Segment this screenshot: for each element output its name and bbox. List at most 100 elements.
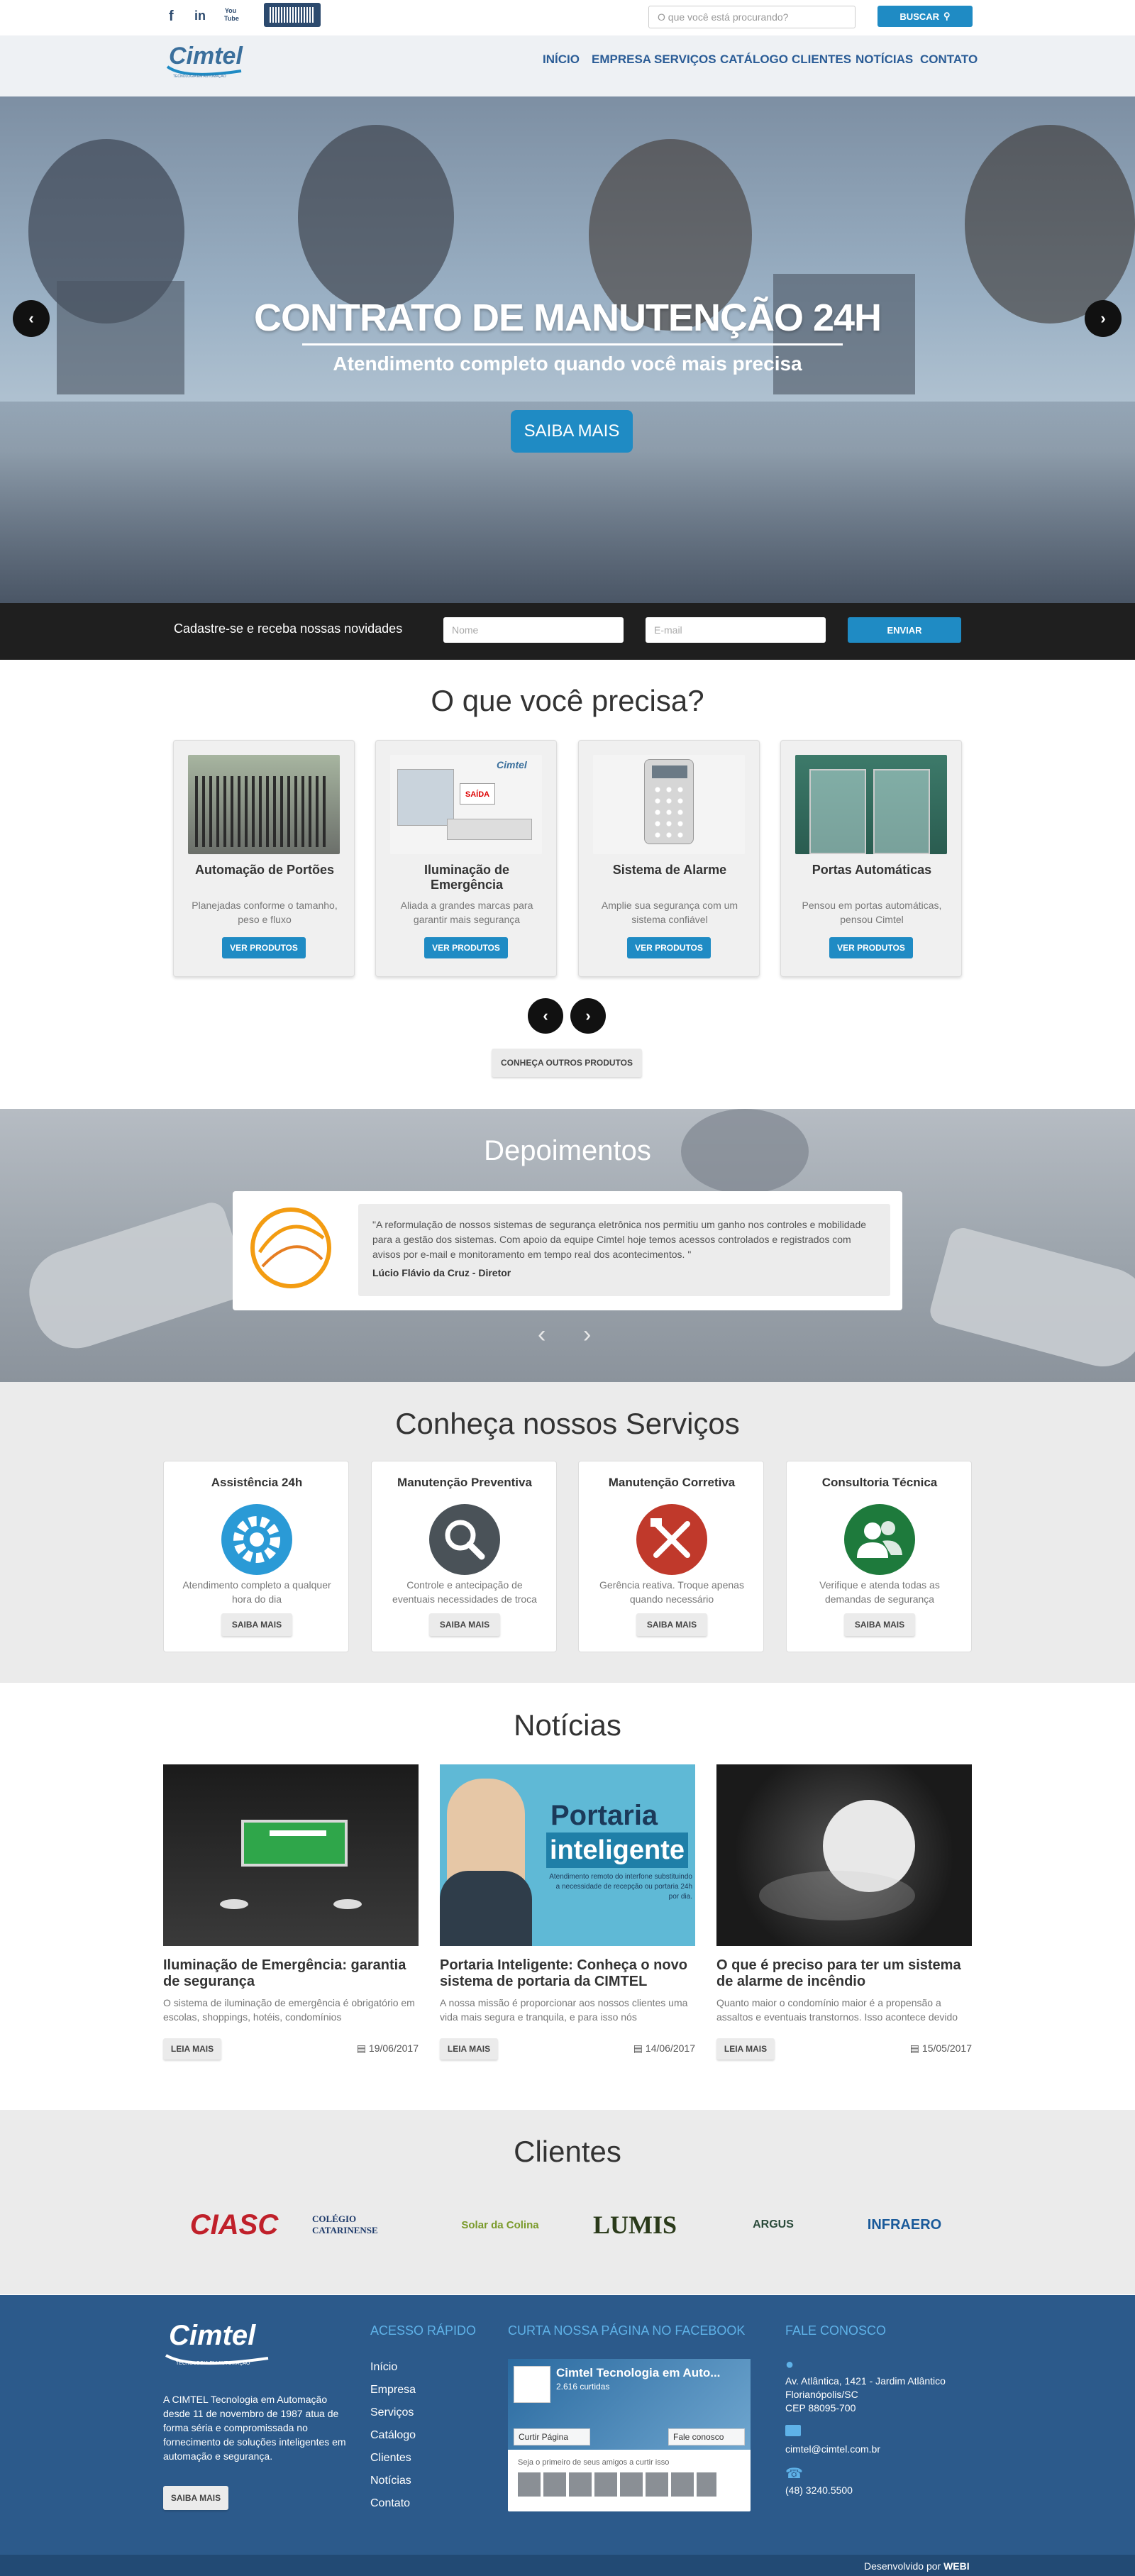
products-next-arrow-icon[interactable]: › <box>570 998 606 1034</box>
footer-saiba-mais-button[interactable]: SAIBA MAIS <box>163 2486 228 2510</box>
envelope-icon <box>785 2425 801 2436</box>
nav-inicio[interactable]: INÍCIO <box>543 52 580 67</box>
testimonial-prev-icon[interactable]: ‹ <box>538 1321 546 1349</box>
newsletter-send-button[interactable]: ENVIAR <box>848 617 961 643</box>
news-date: ▤ 19/06/2017 <box>357 2042 419 2055</box>
product-desc: Amplie sua segurança com um sistema conf… <box>601 900 738 925</box>
product-title: Iluminação de Emergência <box>423 863 510 892</box>
nav-catalogo[interactable]: CATÁLOGO <box>720 52 788 67</box>
cimtel-logo[interactable]: Cimtel TECNOLOGIA EM AUTOMAÇÃO <box>163 40 250 81</box>
newsletter-email-input[interactable]: E-mail <box>646 617 826 643</box>
news-title[interactable]: Portaria Inteligente: Conheça o novo sis… <box>440 1957 695 1990</box>
footer-logo[interactable]: Cimtel TECNOLOGIA EM AUTOMAÇÃO <box>162 2318 275 2368</box>
hero-divider <box>302 343 843 346</box>
facebook-like-button[interactable]: Curtir Página <box>514 2428 590 2445</box>
nav-noticias[interactable]: NOTÍCIAS <box>856 52 913 67</box>
ver-produtos-button[interactable]: VER PRODUTOS <box>829 937 913 958</box>
product-desc: Pensou em portas automáticas, pensou Cim… <box>802 900 942 925</box>
footer-link-servicos[interactable]: Serviços <box>370 2406 414 2419</box>
linkedin-icon[interactable]: in <box>194 9 206 23</box>
ver-produtos-button[interactable]: VER PRODUTOS <box>424 937 508 958</box>
youtube-icon[interactable]: You Tube <box>224 7 239 26</box>
product-title: Portas Automáticas <box>812 863 932 877</box>
hero-prev-arrow-icon[interactable]: ‹ <box>13 300 50 337</box>
facebook-page-name: Cimtel Tecnologia em Auto... <box>556 2366 721 2379</box>
news-title[interactable]: O que é preciso para ter um sistema de a… <box>716 1957 972 1990</box>
search-input[interactable]: O que você está procurando? <box>648 6 856 28</box>
nav-clientes[interactable]: CLIENTES <box>792 52 851 67</box>
contact-email[interactable]: cimtel@cimtel.com.br <box>785 2443 880 2455</box>
news-date: ▤ 14/06/2017 <box>633 2042 695 2055</box>
product-card: Portas Automáticas Pensou em portas auto… <box>780 740 962 977</box>
products-prev-arrow-icon[interactable]: ‹ <box>528 998 563 1034</box>
saiba-mais-button[interactable]: SAIBA MAIS <box>636 1613 707 1636</box>
footer-link-inicio[interactable]: Início <box>370 2361 397 2374</box>
testimonial-next-icon[interactable]: › <box>583 1321 591 1349</box>
facebook-likes: 2.616 curtidas <box>556 2382 610 2392</box>
service-card: Manutenção Corretiva Gerência reativa. T… <box>578 1461 764 1652</box>
leia-mais-button[interactable]: LEIA MAIS <box>163 2038 221 2060</box>
nav-servicos[interactable]: SERVIÇOS <box>654 52 716 67</box>
hero-banner <box>0 96 1135 603</box>
testimonials-heading: Depoimentos <box>484 1135 651 1166</box>
footer-link-empresa[interactable]: Empresa <box>370 2384 416 2397</box>
clients-heading: Clientes <box>514 2135 621 2168</box>
contact-phone: (48) 3240.5500 <box>785 2484 853 2496</box>
credit-brand[interactable]: WEBI <box>943 2560 970 2572</box>
client-logo-infraero[interactable]: INFRAERO <box>848 2192 961 2257</box>
news-image[interactable] <box>716 1764 972 1946</box>
gear-icon <box>221 1504 292 1575</box>
contact-heading: FALE CONOSCO <box>785 2323 887 2338</box>
product-title: Sistema de Alarme <box>612 863 727 877</box>
news-heading: Notícias <box>514 1708 621 1742</box>
news-desc: Quanto maior o condomínio maior é a prop… <box>716 1997 958 2023</box>
users-icon <box>844 1504 915 1575</box>
nav-empresa[interactable]: EMPRESA <box>592 52 651 67</box>
footer-logo-text: Cimtel <box>169 2320 256 2351</box>
product-card: SAÍDA Cimtel Iluminação de Emergência Al… <box>375 740 557 977</box>
facebook-like-label: Curtir Página <box>519 2432 569 2442</box>
newsletter-name-input[interactable]: Nome <box>443 617 624 643</box>
news-image[interactable]: Portaria inteligente Atendimento remoto … <box>440 1764 695 1946</box>
ver-produtos-button[interactable]: VER PRODUTOS <box>627 937 711 958</box>
services-heading: Conheça nossos Serviços <box>395 1407 740 1440</box>
hero-subtitle: Atendimento completo quando você mais pr… <box>333 353 802 375</box>
portaria-title: Portaria <box>550 1800 658 1831</box>
footer-link-clientes[interactable]: Clientes <box>370 2452 411 2465</box>
hero-saiba-mais-button[interactable]: SAIBA MAIS <box>511 410 633 453</box>
conheca-outros-produtos-button[interactable]: CONHEÇA OUTROS PRODUTOS <box>492 1049 642 1077</box>
search-button[interactable]: BUSCAR ⚲ <box>877 6 973 27</box>
hero-next-arrow-icon[interactable]: › <box>1085 300 1122 337</box>
news-title[interactable]: Iluminação de Emergência: garantia de se… <box>163 1957 419 1990</box>
logo-tagline: TECNOLOGIA EM AUTOMAÇÃO <box>173 74 226 79</box>
footer-link-noticias[interactable]: Notícias <box>370 2475 411 2487</box>
nav-contato[interactable]: CONTATO <box>920 52 978 67</box>
facebook-widget[interactable]: Cimtel Tecnologia em Auto... 2.616 curti… <box>508 2359 751 2511</box>
product-card: Automação de Portões Planejadas conforme… <box>173 740 355 977</box>
client-logo-ciasc[interactable]: CIASC <box>181 2192 287 2257</box>
footer-about: A CIMTEL Tecnologia em Automação desde 1… <box>163 2394 346 2462</box>
alarm-keypad-image <box>593 755 745 854</box>
news-image[interactable] <box>163 1764 419 1946</box>
credit-prefix: Desenvolvido por <box>864 2560 941 2572</box>
emergency-light-image: SAÍDA Cimtel <box>390 755 542 854</box>
leia-mais-button[interactable]: LEIA MAIS <box>440 2038 498 2060</box>
facebook-contact-button[interactable]: Fale conosco <box>668 2428 745 2445</box>
client-logo-solar[interactable]: Solar da Colina <box>443 2192 557 2257</box>
facebook-contact-label: Fale conosco <box>673 2432 724 2442</box>
service-title: Manutenção Corretiva <box>608 1476 736 1489</box>
ver-produtos-button[interactable]: VER PRODUTOS <box>222 937 306 958</box>
news-date: ▤ 15/05/2017 <box>910 2042 972 2055</box>
client-logo-lumis[interactable]: LUMIS <box>585 2192 685 2257</box>
facebook-icon[interactable]: f <box>169 9 174 25</box>
gate-image <box>188 755 340 854</box>
saiba-mais-button[interactable]: SAIBA MAIS <box>844 1613 915 1636</box>
saiba-mais-button[interactable]: SAIBA MAIS <box>221 1613 292 1636</box>
client-logo-colegio[interactable]: COLÉGIO CATARINENSE <box>312 2192 419 2257</box>
saiba-mais-button[interactable]: SAIBA MAIS <box>429 1613 500 1636</box>
leia-mais-button[interactable]: LEIA MAIS <box>716 2038 775 2060</box>
portaria-caption: Atendimento remoto do interfone substitu… <box>549 1873 692 1901</box>
footer-link-contato[interactable]: Contato <box>370 2497 410 2510</box>
client-logo-argus[interactable]: ARGUS <box>716 2192 830 2257</box>
footer-link-catalogo[interactable]: Catálogo <box>370 2429 416 2442</box>
